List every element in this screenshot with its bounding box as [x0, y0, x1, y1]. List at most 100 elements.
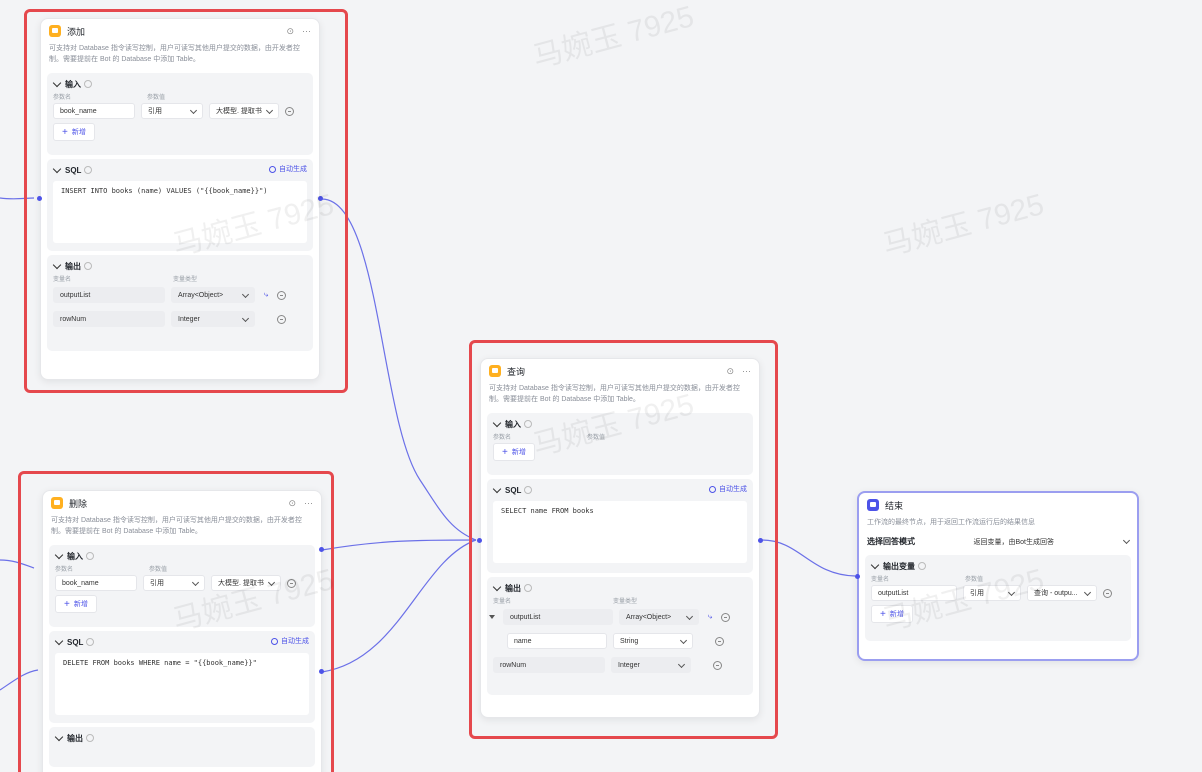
remove-icon[interactable] [277, 314, 286, 324]
input-panel: 输入 参数名 参数值 book_name 引用 大模型. 提取书 + 新增 [49, 545, 315, 627]
node-add-input-port[interactable] [37, 196, 42, 201]
output-var-name[interactable]: outputList [503, 609, 613, 625]
output-var-type[interactable]: Array<Object> [619, 609, 699, 625]
node-end-header[interactable]: 结束 [859, 493, 1137, 517]
info-icon [524, 584, 532, 592]
ref-select[interactable]: 引用 [143, 575, 205, 591]
add-param-button[interactable]: + 新增 [53, 123, 95, 141]
expand-triangle-icon[interactable] [489, 615, 495, 619]
chevron-down-icon[interactable] [492, 418, 502, 428]
sql-editor[interactable]: INSERT INTO books (name) VALUES ("{{book… [53, 181, 307, 243]
auto-generate-button[interactable]: 自动生成 [271, 636, 309, 646]
node-end-input-port[interactable] [855, 574, 860, 579]
ref-select[interactable]: 引用 [141, 103, 203, 119]
node-delete-header[interactable]: 删除 ⊙ ··· [43, 491, 321, 515]
node-add-header[interactable]: 添加 ⊙ ··· [41, 19, 319, 43]
answer-mode-row[interactable]: 选择回答模式 返回变量，由Bot生成回答 [859, 532, 1137, 551]
ref-select[interactable]: 引用 [963, 585, 1021, 601]
remove-icon[interactable] [277, 290, 286, 300]
sql-editor[interactable]: DELETE FROM books WHERE name = "{{book_n… [55, 653, 309, 715]
node-query[interactable]: 查询 ⊙ ··· 可支持对 Database 指令读写控制，用户可读写其他用户提交… [480, 358, 760, 718]
node-delete-output-port[interactable] [319, 547, 324, 552]
workflow-canvas[interactable]: 添加 ⊙ ··· 可支持对 Database 指令读写控制，用户可读写其他用户提交… [0, 0, 1202, 772]
source-select[interactable]: 查询 - outpu... [1027, 585, 1097, 601]
debug-icon[interactable]: ⊙ [288, 498, 296, 509]
param-name-input[interactable]: book_name [53, 103, 135, 119]
remove-icon[interactable] [721, 612, 730, 622]
chevron-down-icon[interactable] [52, 78, 62, 88]
info-icon [84, 166, 93, 174]
info-icon [84, 262, 92, 270]
more-icon[interactable]: ··· [304, 498, 313, 509]
node-delete[interactable]: 删除 ⊙ ··· 可支持对 Database 指令读写控制，用户可读写其他用户提交… [42, 490, 322, 772]
remove-icon[interactable] [715, 636, 724, 646]
link-icon[interactable]: ⤷ [261, 290, 271, 300]
input-panel: 输入 参数名 参数值 book_name 引用 大模型. 提取书 + 新增 [47, 73, 313, 155]
chevron-down-icon[interactable] [54, 732, 64, 742]
answer-mode-value[interactable]: 返回变量，由Bot生成回答 [973, 537, 1054, 547]
edge-left-to-delete-a [0, 559, 35, 569]
add-param-button[interactable]: + 新增 [493, 443, 535, 461]
node-query-input-port[interactable] [477, 538, 482, 543]
node-description: 工作流的最终节点，用于返回工作流运行后的结果信息 [867, 519, 1035, 526]
remove-icon[interactable] [287, 578, 296, 588]
source-select[interactable]: 大模型. 提取书 [209, 103, 279, 119]
output-var-name[interactable]: rowNum [493, 657, 605, 673]
plus-icon: + [880, 608, 886, 620]
param-name-input[interactable]: book_name [55, 575, 137, 591]
output-child-var-type[interactable]: String [613, 633, 693, 649]
sql-editor[interactable]: SELECT name FROM books [493, 501, 747, 563]
output-var-name[interactable]: outputList [53, 287, 165, 303]
output-var-type[interactable]: Integer [171, 311, 255, 327]
remove-icon[interactable] [713, 660, 722, 670]
node-add-output-port[interactable] [318, 196, 323, 201]
more-icon[interactable]: ··· [742, 366, 751, 377]
output-panel: 输出 变量名 变量类型 outputList Array<Object> ⤷ ro… [47, 255, 313, 351]
chevron-down-icon [1083, 588, 1092, 596]
source-select[interactable]: 大模型. 提取书 [211, 575, 281, 591]
node-query-output-port[interactable] [758, 538, 763, 543]
chevron-down-icon[interactable] [492, 582, 502, 592]
edge-left-to-add [0, 197, 35, 200]
node-title: 查询 [507, 366, 526, 377]
chevron-down-icon[interactable] [54, 550, 64, 560]
chevron-down-icon[interactable] [52, 164, 62, 174]
answer-mode-label: 选择回答模式 [867, 537, 915, 546]
end-var-name-input[interactable]: outputList [871, 585, 957, 601]
node-delete-sql-output-port[interactable] [319, 669, 324, 674]
chevron-down-icon[interactable] [1122, 536, 1131, 545]
node-end[interactable]: 结束 工作流的最终节点，用于返回工作流运行后的结果信息 选择回答模式 返回变量，… [857, 491, 1139, 661]
end-flag-icon [867, 499, 879, 511]
auto-generate-icon [269, 165, 276, 173]
node-query-header[interactable]: 查询 ⊙ ··· [481, 359, 759, 383]
node-add[interactable]: 添加 ⊙ ··· 可支持对 Database 指令读写控制，用户可读写其他用户提交… [40, 18, 320, 380]
output-var-name[interactable]: rowNum [53, 311, 165, 327]
remove-icon[interactable] [1103, 588, 1112, 598]
debug-icon[interactable]: ⊙ [726, 366, 734, 377]
debug-icon[interactable]: ⊙ [286, 26, 294, 37]
output-child-var-name[interactable]: name [507, 633, 607, 649]
output-panel: 输出 变量名 变量类型 outputList Array<Object> ⤷ na… [487, 577, 753, 695]
info-icon [524, 486, 533, 494]
chevron-down-icon[interactable] [870, 560, 880, 570]
auto-generate-button[interactable]: 自动生成 [269, 164, 307, 174]
link-icon[interactable]: ⤷ [705, 612, 715, 622]
info-icon [84, 80, 92, 88]
remove-icon[interactable] [285, 106, 294, 116]
add-param-button[interactable]: + 新增 [55, 595, 97, 613]
chevron-down-icon[interactable] [54, 636, 64, 646]
add-var-button[interactable]: + 新增 [871, 605, 913, 623]
more-icon[interactable]: ··· [302, 26, 311, 37]
chevron-down-icon [685, 612, 694, 620]
node-title: 结束 [885, 500, 904, 511]
output-panel: 输出 [49, 727, 315, 767]
chevron-down-icon[interactable] [492, 484, 502, 494]
node-description: 可支持对 Database 指令读写控制，用户可读写其他用户提交的数据，由开发者… [49, 45, 300, 63]
auto-generate-icon [271, 637, 278, 645]
chevron-down-icon[interactable] [52, 260, 62, 270]
output-var-type[interactable]: Array<Object> [171, 287, 255, 303]
auto-generate-button[interactable]: 自动生成 [709, 484, 747, 494]
output-var-type[interactable]: Integer [611, 657, 691, 673]
chevron-down-icon [677, 660, 686, 668]
info-icon [86, 552, 94, 560]
